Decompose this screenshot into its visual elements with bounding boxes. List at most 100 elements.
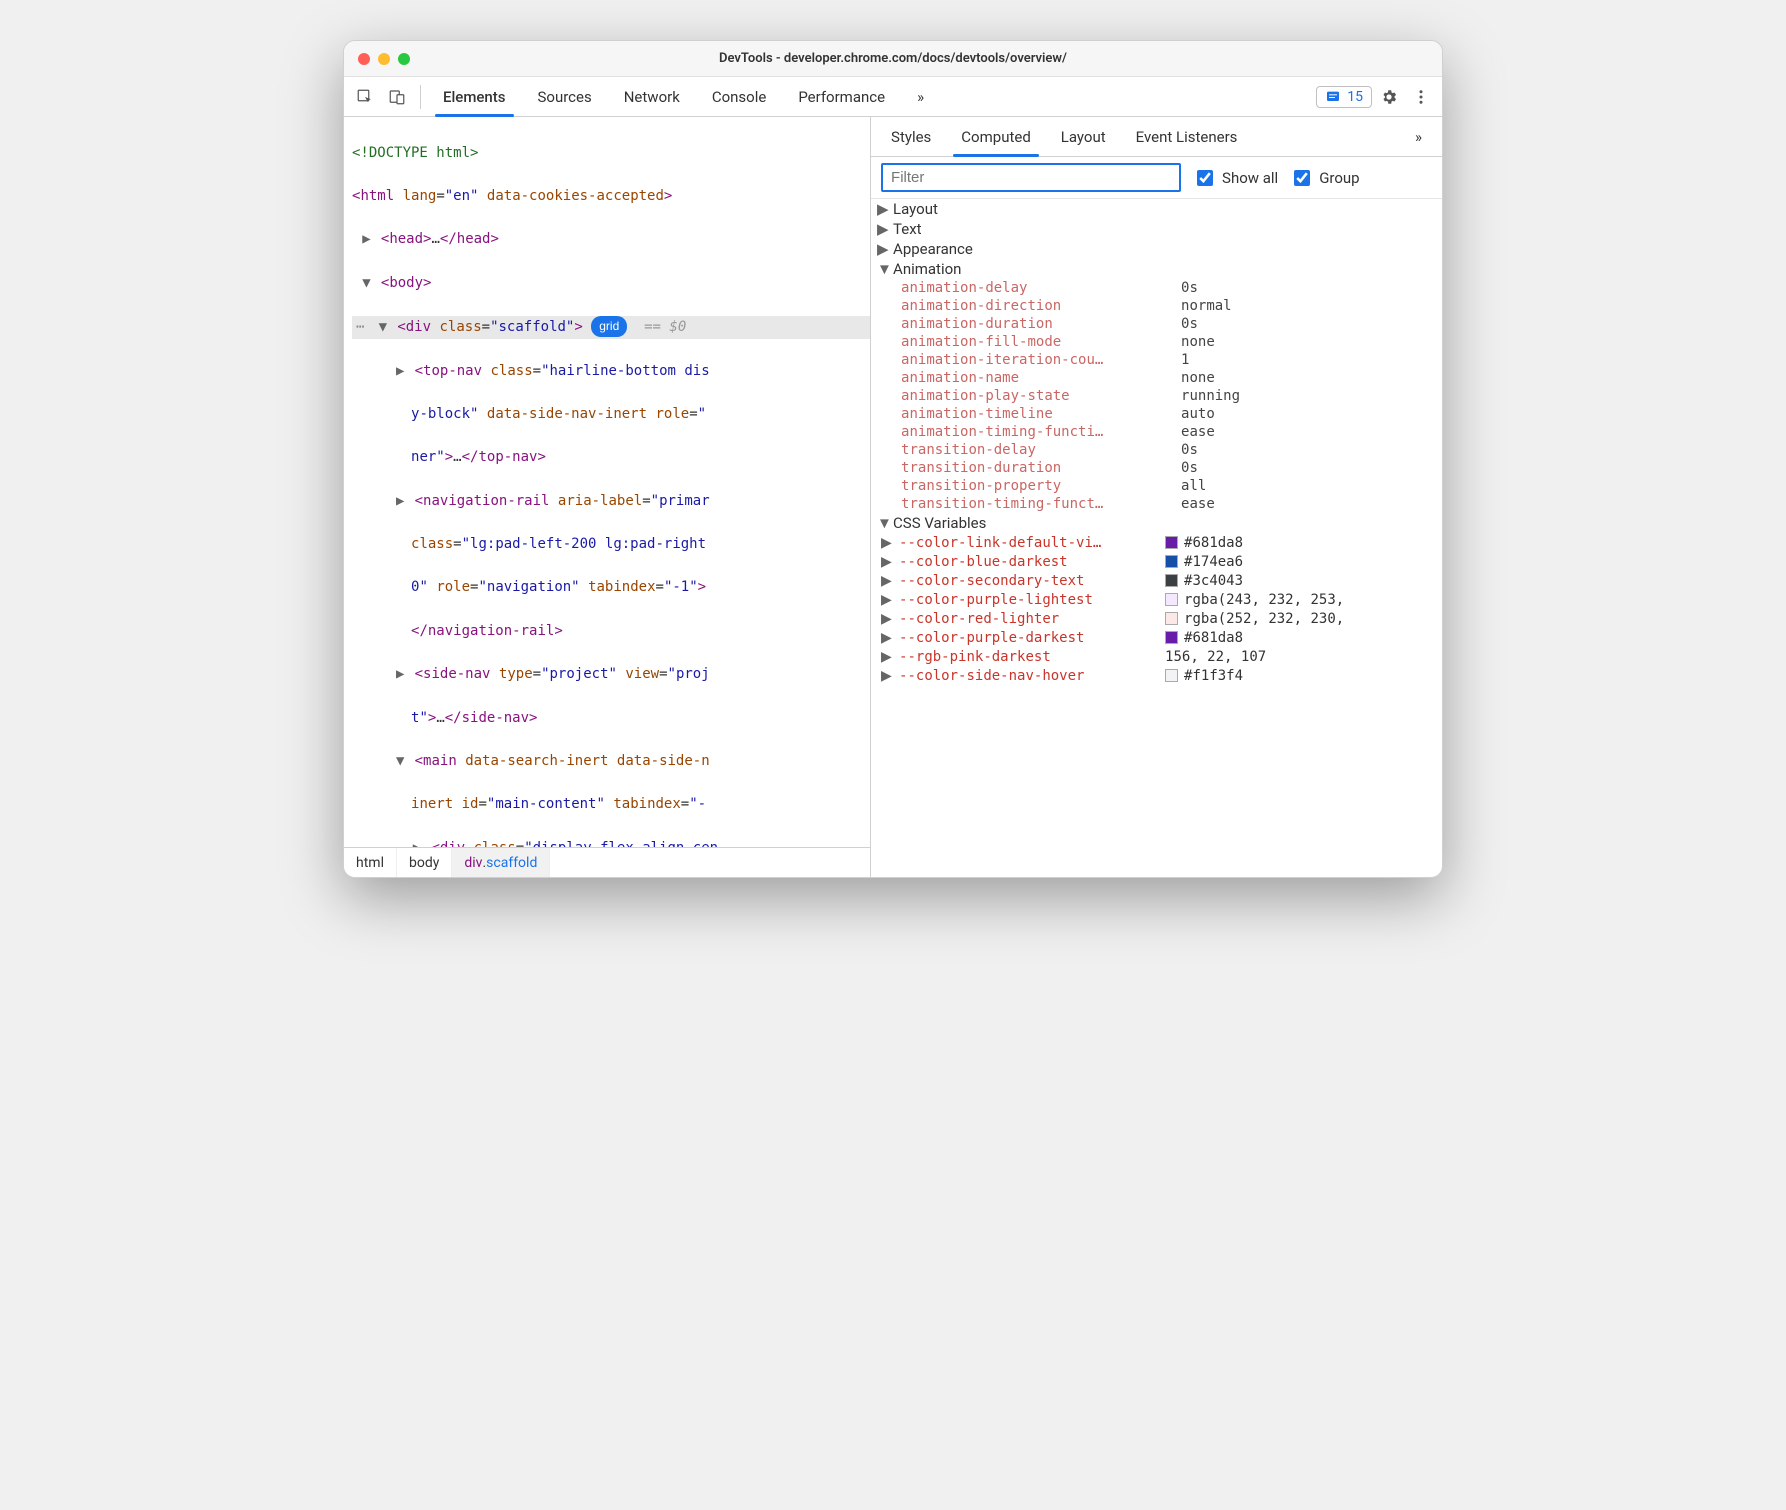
- css-variable[interactable]: ▶--color-link-default-vi…#681da8: [871, 533, 1442, 552]
- dom-title-bar-div[interactable]: ▶ <div class="display-flex align-cen: [352, 838, 870, 847]
- window-controls: [358, 53, 410, 65]
- chevron-right-icon: ▶: [881, 534, 893, 551]
- css-variable[interactable]: ▶--color-blue-darkest#174ea6: [871, 552, 1442, 571]
- computed-property[interactable]: animation-timelineauto: [871, 405, 1442, 423]
- crumb-html[interactable]: html: [344, 848, 397, 877]
- tab-performance[interactable]: Performance: [784, 77, 899, 116]
- computed-property[interactable]: animation-namenone: [871, 369, 1442, 387]
- property-value: none: [1181, 334, 1215, 350]
- sidebar-tabs-more[interactable]: »: [1403, 117, 1434, 156]
- kebab-icon[interactable]: [1406, 82, 1436, 112]
- computed-property[interactable]: animation-fill-modenone: [871, 333, 1442, 351]
- tab-event-listeners[interactable]: Event Listeners: [1124, 117, 1250, 156]
- group-layout[interactable]: ▶Layout: [871, 199, 1442, 219]
- issues-count: 15: [1347, 89, 1363, 105]
- show-all-checkbox[interactable]: Show all: [1193, 167, 1278, 189]
- color-swatch: [1165, 612, 1178, 625]
- inspect-icon[interactable]: [350, 82, 380, 112]
- tab-layout[interactable]: Layout: [1049, 117, 1118, 156]
- issues-badge[interactable]: 15: [1316, 86, 1372, 108]
- css-variable[interactable]: ▶--color-red-lighterrgba(252, 232, 230,: [871, 609, 1442, 628]
- computed-property[interactable]: transition-propertyall: [871, 477, 1442, 495]
- dom-head[interactable]: ▶ <head>…</head>: [352, 229, 870, 251]
- tabs-more[interactable]: »: [903, 77, 938, 116]
- variable-value: #681da8: [1184, 630, 1243, 646]
- group-animation[interactable]: ▼Animation: [871, 259, 1442, 279]
- property-name: animation-duration: [901, 316, 1181, 332]
- filter-bar: Show all Group: [871, 157, 1442, 199]
- crumb-selected[interactable]: div.scaffold: [452, 848, 550, 877]
- property-name: animation-fill-mode: [901, 334, 1181, 350]
- color-swatch: [1165, 631, 1178, 644]
- computed-property[interactable]: transition-duration0s: [871, 459, 1442, 477]
- crumb-body[interactable]: body: [397, 848, 452, 877]
- close-icon[interactable]: [358, 53, 370, 65]
- computed-property[interactable]: animation-play-staterunning: [871, 387, 1442, 405]
- css-variable[interactable]: ▶--color-secondary-text#3c4043: [871, 571, 1442, 590]
- dom-topnav[interactable]: ▶ <top-nav class="hairline-bottom dis: [352, 361, 870, 383]
- property-name: transition-property: [901, 478, 1181, 494]
- computed-property[interactable]: transition-timing-funct…ease: [871, 495, 1442, 513]
- dom-doctype[interactable]: <!DOCTYPE html>: [352, 143, 870, 165]
- grid-badge[interactable]: grid: [591, 316, 627, 337]
- dom-side-nav[interactable]: ▶ <side-nav type="project" view="proj: [352, 664, 870, 686]
- property-name: transition-timing-funct…: [901, 496, 1181, 512]
- computed-property[interactable]: animation-iteration-cou…1: [871, 351, 1442, 369]
- variable-name: --color-red-lighter: [899, 611, 1159, 627]
- property-value: none: [1181, 370, 1215, 386]
- chevron-right-icon: ▶: [881, 629, 893, 646]
- dom-body[interactable]: ▼ <body>: [352, 273, 870, 295]
- tab-network[interactable]: Network: [610, 77, 694, 116]
- property-value: running: [1181, 388, 1240, 404]
- tab-console[interactable]: Console: [698, 77, 781, 116]
- property-name: animation-iteration-cou…: [901, 352, 1181, 368]
- property-name: animation-delay: [901, 280, 1181, 296]
- chevron-right-icon: ▶: [881, 667, 893, 684]
- gear-icon[interactable]: [1374, 82, 1404, 112]
- property-value: ease: [1181, 496, 1215, 512]
- tab-computed[interactable]: Computed: [949, 117, 1043, 156]
- divider: [420, 85, 421, 109]
- color-swatch: [1165, 536, 1178, 549]
- group-text[interactable]: ▶Text: [871, 219, 1442, 239]
- property-value: normal: [1181, 298, 1232, 314]
- variable-value: rgba(252, 232, 230,: [1184, 611, 1344, 627]
- computed-property[interactable]: animation-duration0s: [871, 315, 1442, 333]
- dom-tree[interactable]: <!DOCTYPE html> <html lang="en" data-coo…: [344, 117, 870, 847]
- dom-selected-scaffold[interactable]: ⋯ ▼ <div class="scaffold"> grid == $0: [352, 316, 870, 339]
- css-variable[interactable]: ▶--color-side-nav-hover#f1f3f4: [871, 666, 1442, 685]
- dom-navigation-rail[interactable]: ▶ <navigation-rail aria-label="primar: [352, 491, 870, 513]
- computed-property[interactable]: transition-delay0s: [871, 441, 1442, 459]
- computed-property[interactable]: animation-timing-functi…ease: [871, 423, 1442, 441]
- dom-main[interactable]: ▼ <main data-search-inert data-side-n: [352, 751, 870, 773]
- filter-input[interactable]: [881, 163, 1181, 192]
- group-css-variables[interactable]: ▼CSS Variables: [871, 513, 1442, 533]
- content-area: <!DOCTYPE html> <html lang="en" data-coo…: [344, 117, 1442, 877]
- variable-name: --color-purple-lightest: [899, 592, 1159, 608]
- dom-html-open[interactable]: <html lang="en" data-cookies-accepted>: [352, 186, 870, 208]
- css-variable[interactable]: ▶--rgb-pink-darkest156, 22, 107: [871, 647, 1442, 666]
- css-variable[interactable]: ▶--color-purple-lightestrgba(243, 232, 2…: [871, 590, 1442, 609]
- devtools-window: DevTools - developer.chrome.com/docs/dev…: [343, 40, 1443, 878]
- device-toggle-icon[interactable]: [382, 82, 412, 112]
- variable-name: --color-secondary-text: [899, 573, 1159, 589]
- sidebar-tabs: Styles Computed Layout Event Listeners »: [871, 117, 1442, 157]
- group-appearance[interactable]: ▶Appearance: [871, 239, 1442, 259]
- group-checkbox[interactable]: Group: [1290, 167, 1359, 189]
- tab-sources[interactable]: Sources: [524, 77, 606, 116]
- issues-icon: [1325, 89, 1341, 105]
- maximize-icon[interactable]: [398, 53, 410, 65]
- chevron-right-icon: ▶: [881, 553, 893, 570]
- chevron-right-icon: ▶: [881, 591, 893, 608]
- property-value: 0s: [1181, 460, 1198, 476]
- variable-value: 156, 22, 107: [1165, 649, 1266, 665]
- css-variable[interactable]: ▶--color-purple-darkest#681da8: [871, 628, 1442, 647]
- computed-property[interactable]: animation-delay0s: [871, 279, 1442, 297]
- computed-properties[interactable]: ▶Layout ▶Text ▶Appearance ▼Animation ani…: [871, 199, 1442, 877]
- computed-property[interactable]: animation-directionnormal: [871, 297, 1442, 315]
- tab-styles[interactable]: Styles: [879, 117, 943, 156]
- minimize-icon[interactable]: [378, 53, 390, 65]
- titlebar: DevTools - developer.chrome.com/docs/dev…: [344, 41, 1442, 77]
- tab-elements[interactable]: Elements: [429, 77, 520, 116]
- property-name: animation-timeline: [901, 406, 1181, 422]
